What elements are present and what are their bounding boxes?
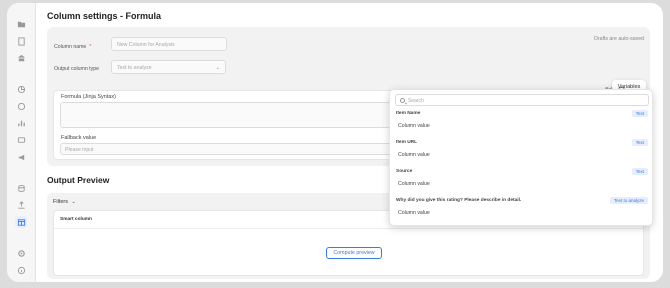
comment-icon[interactable] (15, 134, 27, 146)
column-name-placeholder: New Column for Analysis (117, 42, 175, 48)
megaphone-icon[interactable] (15, 151, 27, 163)
output-type-label: Output column type (54, 66, 99, 72)
pie-chart-icon[interactable] (15, 83, 27, 95)
variable-type-badge: Text to analyze (609, 197, 648, 204)
output-type-select[interactable]: Text to analyze ⌄ (111, 60, 226, 74)
document-icon[interactable] (15, 35, 27, 47)
settings-icon[interactable] (15, 247, 27, 259)
fallback-label: Fallback value (61, 135, 97, 141)
column-name-input[interactable]: New Column for Analysis (111, 37, 227, 51)
column-name-label: Column name * (54, 44, 91, 50)
database-icon[interactable] (15, 182, 27, 194)
output-type-value: Text to analyze (117, 65, 152, 71)
bank-icon[interactable] (15, 52, 27, 64)
variable-value: Column value (398, 181, 430, 187)
table-icon[interactable] (15, 216, 27, 228)
filters-label: Filters (53, 199, 68, 205)
variable-name: Item URL (396, 140, 418, 145)
bar-chart-icon[interactable] (15, 117, 27, 129)
variable-item[interactable]: Source Text Column value (390, 166, 654, 195)
variables-dropdown: Search Item Name Text Column value Item … (389, 89, 653, 226)
variable-name: Item Name (396, 111, 421, 116)
variable-item[interactable]: Why did you give this rating? Please des… (390, 195, 654, 224)
page-title: Column settings - Formula (47, 11, 162, 21)
variable-value: Column value (398, 210, 430, 216)
table-divider (54, 228, 643, 229)
formula-label: Formula (Jinja Syntax) (61, 94, 117, 100)
variable-item[interactable]: Item URL Text Column value (390, 137, 654, 166)
compute-preview-button[interactable]: Compute preview (326, 247, 382, 259)
search-icon (400, 98, 405, 103)
side-rail (7, 3, 36, 282)
chevron-down-icon: ⌄ (71, 199, 76, 205)
required-mark: * (89, 44, 92, 50)
output-preview-title: Output Preview (47, 175, 110, 185)
chevron-down-icon: ⌄ (215, 65, 220, 71)
variable-name: Why did you give this rating? Please des… (396, 198, 522, 203)
variable-type-badge: Text (631, 139, 648, 146)
main-content: Column settings - Formula Drafts are aut… (36, 3, 663, 282)
autosave-note: Drafts are auto-saved (594, 36, 644, 42)
variable-type-badge: Text (631, 168, 648, 175)
smart-column-header: Smart column (60, 217, 92, 222)
app-window: Column settings - Formula Drafts are aut… (7, 3, 663, 282)
fallback-placeholder: Please input (65, 147, 94, 153)
variable-name: Source (396, 169, 413, 174)
variable-value: Column value (398, 123, 430, 129)
filters-button[interactable]: Filters ⌄ (53, 199, 76, 205)
help-icon[interactable] (15, 100, 27, 112)
search-placeholder: Search (408, 98, 424, 104)
info-icon[interactable] (15, 264, 27, 276)
variable-item[interactable]: Item Name Text Column value (390, 108, 654, 137)
folder-icon[interactable] (15, 18, 27, 30)
variables-search-input[interactable]: Search (395, 94, 649, 106)
variable-type-badge: Text (631, 110, 648, 117)
upload-icon[interactable] (15, 199, 27, 211)
variable-value: Column value (398, 152, 430, 158)
column-name-label-text: Column name (54, 44, 87, 50)
